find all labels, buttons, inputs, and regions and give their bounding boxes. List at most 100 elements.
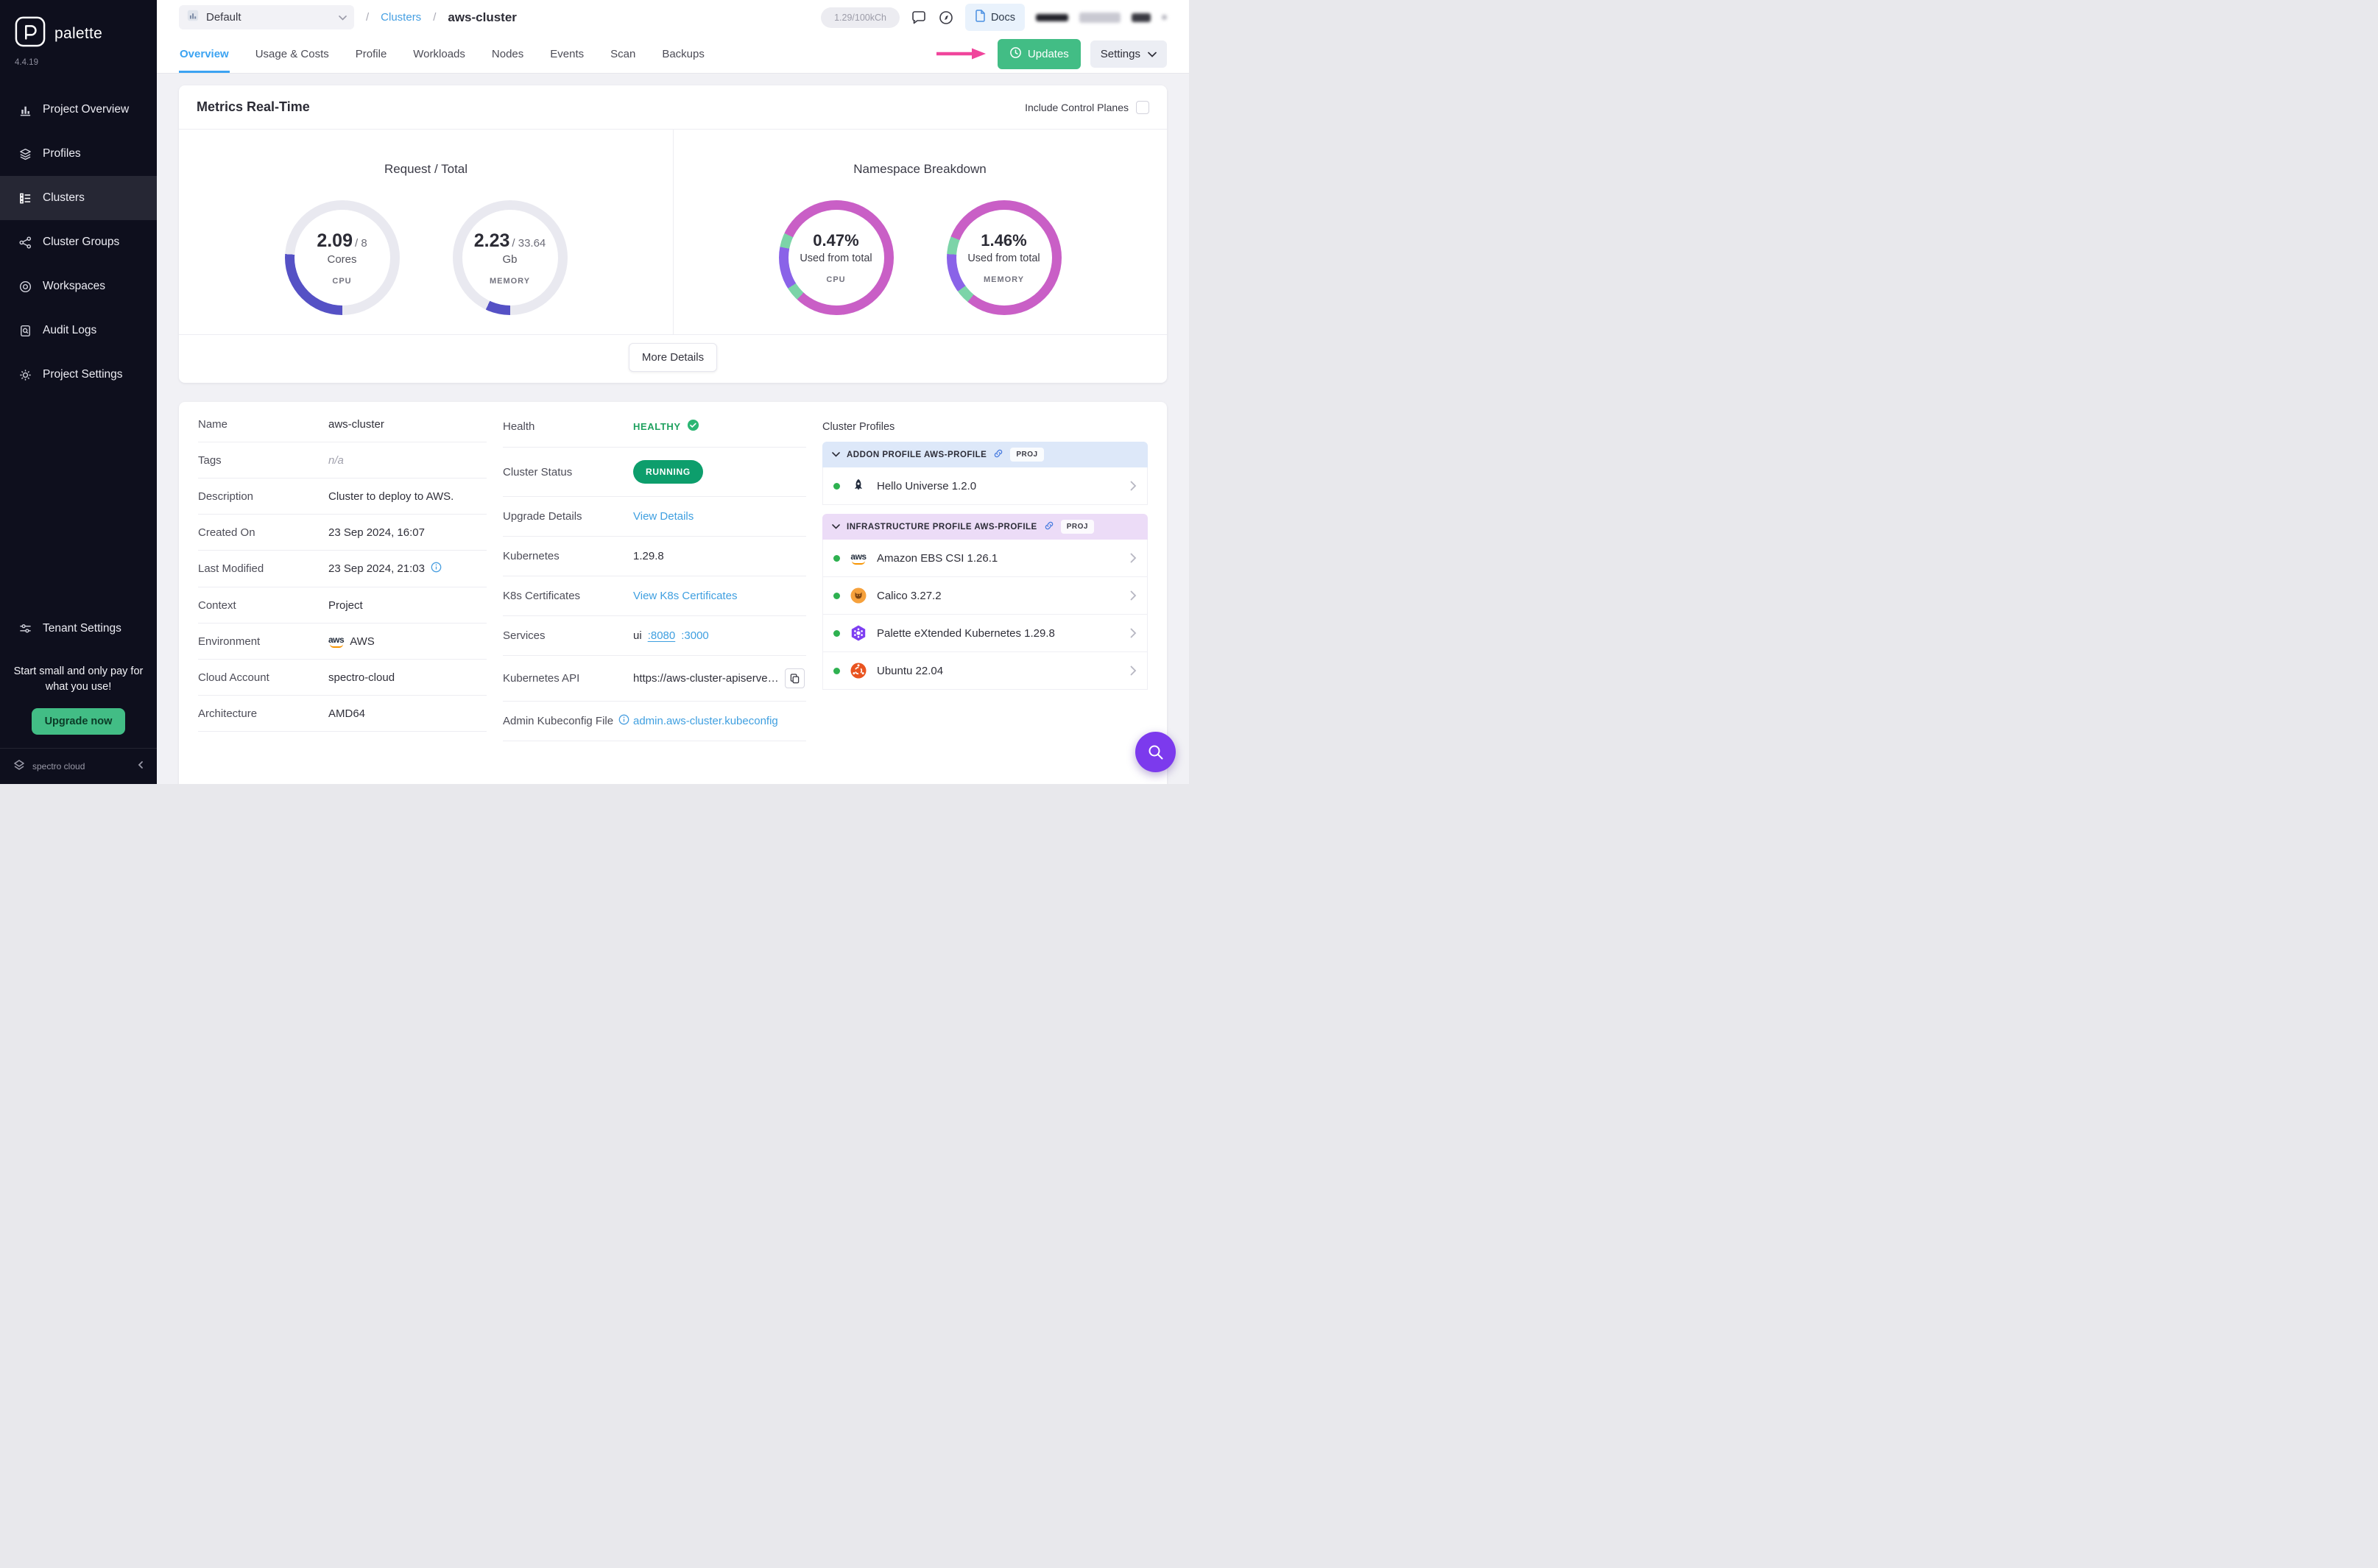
memory-gauge-unit: Gb [502, 252, 518, 266]
cpu-gauge-unit: Cores [327, 252, 357, 266]
chat-button[interactable] [911, 10, 927, 26]
namespace-cpu-label: CPU [826, 275, 846, 284]
detail-row-services: Services ui :8080 :3000 [503, 616, 806, 656]
view-k8s-certificates-link[interactable]: View K8s Certificates [633, 590, 737, 602]
top-bar: Default / Clusters / aws-cluster 1.29/10… [157, 0, 1189, 35]
sidebar-item-cluster-groups[interactable]: Cluster Groups [0, 220, 157, 264]
updates-button[interactable]: Updates [997, 38, 1081, 69]
link-icon[interactable] [993, 448, 1003, 461]
cluster-tabs: Overview Usage & Costs Profile Workloads… [157, 35, 1189, 74]
breadcrumb-separator: / [366, 11, 370, 24]
profile-item-palette-extended-kubernetes[interactable]: Palette eXtended Kubernetes 1.29.8 [822, 615, 1148, 652]
annotation-arrow [935, 47, 988, 60]
memory-gauge: 2.23/ 33.64 Gb MEMORY [452, 200, 568, 315]
chevron-down-icon [832, 523, 840, 532]
view-details-link[interactable]: View Details [633, 510, 694, 523]
service-port-8080-link[interactable]: :8080 [648, 629, 676, 642]
more-details-button[interactable]: More Details [628, 343, 718, 372]
sidebar-item-tenant-settings[interactable]: Tenant Settings [0, 607, 157, 651]
sidebar-item-workspaces[interactable]: Workspaces [0, 264, 157, 308]
breadcrumb-clusters-link[interactable]: Clusters [381, 11, 421, 24]
include-control-planes-label: Include Control Planes [1025, 101, 1129, 113]
compass-help-button[interactable] [938, 10, 954, 26]
usage-quota-pill: 1.29/100kCh [821, 7, 900, 28]
spectro-cloud-logo-icon [12, 757, 27, 776]
profile-item-calico[interactable]: Calico 3.27.2 [822, 577, 1148, 615]
profile-item-ubuntu[interactable]: Ubuntu 22.04 [822, 652, 1148, 690]
target-icon [18, 279, 32, 294]
settings-button[interactable]: Settings [1090, 40, 1167, 68]
infrastructure-profile-header-label: INFRASTRUCTURE PROFILE AWS-PROFILE [847, 522, 1037, 532]
request-total-title: Request / Total [384, 162, 468, 176]
audit-log-icon [18, 323, 32, 338]
tab-scan[interactable]: Scan [610, 35, 636, 73]
memory-gauge-total: / 33.64 [512, 236, 546, 250]
cluster-profiles-column: Cluster Profiles ADDON PROFILE AWS-PROFI… [822, 406, 1148, 741]
tab-workloads[interactable]: Workloads [412, 35, 466, 73]
infrastructure-profile-header[interactable]: INFRASTRUCTURE PROFILE AWS-PROFILE PROJ [822, 514, 1148, 540]
network-nodes-icon [18, 235, 32, 250]
health-status: HEALTHY [633, 421, 681, 432]
kubernetes-api-url: https://aws-cluster-apiserve… [633, 672, 779, 685]
project-selector[interactable]: Default [179, 5, 354, 29]
namespace-memory-donut: 1.46% Used from total MEMORY [946, 200, 1062, 315]
upgrade-now-button[interactable]: Upgrade now [31, 708, 126, 735]
assistant-search-fab[interactable] [1135, 732, 1176, 772]
memory-gauge-label: MEMORY [489, 276, 531, 286]
info-icon[interactable] [618, 714, 629, 728]
namespace-memory-value: 1.46% [981, 231, 1027, 250]
namespace-cpu-donut: 0.47% Used from total CPU [778, 200, 894, 315]
tab-nodes[interactable]: Nodes [491, 35, 524, 73]
sidebar-footer: spectro cloud [0, 748, 157, 784]
sidebar-item-clusters[interactable]: Clusters [0, 176, 157, 220]
link-icon[interactable] [1044, 520, 1054, 533]
detail-row-upgrade-details: Upgrade Details View Details [503, 497, 806, 537]
profile-item-name: Hello Universe 1.2.0 [877, 479, 977, 492]
info-icon[interactable] [431, 562, 442, 576]
chevron-right-icon [1130, 481, 1137, 491]
cluster-profiles-title: Cluster Profiles [822, 421, 895, 433]
chevron-down-icon [339, 11, 347, 24]
detail-row-tags: Tags n/a [198, 442, 487, 478]
palette-logo-icon [15, 16, 46, 51]
include-control-planes-checkbox[interactable] [1136, 100, 1149, 114]
detail-row-k8s-certificates: K8s Certificates View K8s Certificates [503, 576, 806, 616]
collapse-sidebar-icon[interactable] [136, 760, 145, 773]
sidebar-bottom: Tenant Settings Start small and only pay… [0, 607, 157, 784]
profile-item-name: Ubuntu 22.04 [877, 664, 944, 677]
details-left-column: Name aws-cluster Tags n/a Description Cl… [198, 406, 487, 741]
detail-row-kubernetes: Kubernetes 1.29.8 [503, 537, 806, 576]
copy-api-url-button[interactable] [784, 668, 805, 688]
tab-overview[interactable]: Overview [179, 35, 230, 73]
profile-item-name: Palette eXtended Kubernetes 1.29.8 [877, 626, 1055, 640]
aws-logo-icon: aws [849, 548, 868, 568]
addon-profile-header[interactable]: ADDON PROFILE AWS-PROFILE PROJ [822, 442, 1148, 467]
sidebar-item-project-settings[interactable]: Project Settings [0, 353, 157, 397]
docs-button[interactable]: Docs [964, 4, 1025, 31]
tab-usage-costs[interactable]: Usage & Costs [255, 35, 330, 73]
tab-events[interactable]: Events [549, 35, 585, 73]
service-port-3000-link[interactable]: :3000 [681, 629, 709, 642]
profile-item-hello-universe[interactable]: Hello Universe 1.2.0 [822, 467, 1148, 505]
promo-text: Start small and only pay for what you us… [13, 665, 144, 693]
status-dot [833, 667, 840, 674]
page-content: Metrics Real-Time Include Control Planes… [157, 74, 1189, 784]
sidebar-item-label: Workspaces [43, 280, 105, 292]
detail-row-cloud-account: Cloud Account spectro-cloud [198, 660, 487, 696]
sidebar-item-project-overview[interactable]: Project Overview [0, 88, 157, 132]
chevron-right-icon [1130, 628, 1137, 638]
profile-item-amazon-ebs-csi[interactable]: aws Amazon EBS CSI 1.26.1 [822, 540, 1148, 577]
sidebar-item-audit-logs[interactable]: Audit Logs [0, 308, 157, 353]
detail-row-health: Health HEALTHY [503, 406, 806, 448]
document-icon [975, 10, 986, 25]
namespace-memory-caption: Used from total [967, 252, 1040, 264]
app-window: palette 4.4.19 Project Overview Profiles… [0, 0, 1189, 784]
status-dot [833, 482, 840, 490]
sidebar-item-profiles[interactable]: Profiles [0, 132, 157, 176]
layers-icon [18, 146, 32, 161]
sidebar-item-label: Profiles [43, 147, 81, 160]
admin-kubeconfig-link[interactable]: admin.aws-cluster.kubeconfig [633, 715, 778, 727]
tab-profile[interactable]: Profile [355, 35, 388, 73]
cpu-gauge: 2.09/ 8 Cores CPU [284, 200, 400, 315]
tab-backups[interactable]: Backups [661, 35, 705, 73]
